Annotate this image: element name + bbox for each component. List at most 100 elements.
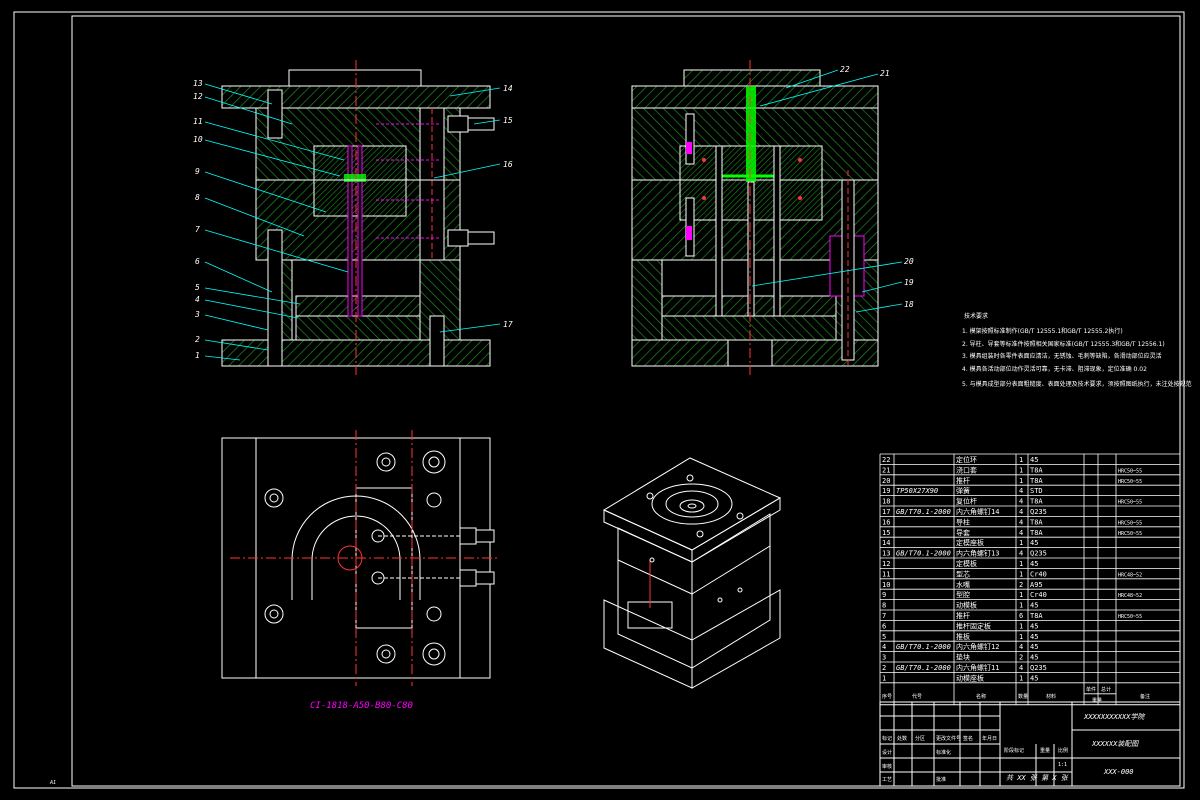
bom-cell: 18 bbox=[882, 498, 890, 506]
plan-view: CI-1818-A50-B80-C80 bbox=[221, 430, 500, 711]
bom-header-cell: 重量 bbox=[1092, 697, 1102, 704]
bom-header-cell: 名称 bbox=[976, 693, 986, 700]
bom-cell: 弹簧 bbox=[956, 486, 970, 495]
bom-cell: 7 bbox=[882, 612, 886, 620]
tech-note-5: 5. 与模具成型部分表面粗糙度、表面处理及技术要求，须按照图纸执行，未注处按规范 bbox=[962, 380, 1192, 388]
bom-header-cell: 总计 bbox=[1101, 686, 1111, 693]
bom-cell: GB/T70.1-2000 bbox=[896, 508, 951, 516]
bom-cell: HRC50~55 bbox=[1118, 500, 1142, 506]
bom-cell: 10 bbox=[882, 581, 890, 589]
bom-cell: 12 bbox=[882, 560, 890, 568]
tech-note-2: 2. 导柱、导套等标准件按照相关国家标准(GB/T 12555.3和GB/T 1… bbox=[962, 340, 1165, 348]
bom-cell: GB/T70.1-2000 bbox=[896, 643, 951, 651]
bom-cell: Q235 bbox=[1030, 508, 1047, 516]
tech-notes-title: 技术要求 bbox=[964, 312, 988, 320]
front-label-14: 14 bbox=[503, 84, 513, 93]
bom-cell: 4 bbox=[882, 643, 886, 651]
bom-cell: 1 bbox=[1019, 591, 1023, 599]
bom-cell: 45 bbox=[1030, 622, 1038, 630]
mark-cell-5: 年月日 bbox=[982, 735, 997, 742]
front-label-5: 5 bbox=[195, 283, 200, 292]
bom-cell: 1 bbox=[1019, 674, 1023, 682]
scale-value: 1:1 bbox=[1058, 762, 1067, 768]
bom-cell: 8 bbox=[882, 602, 886, 610]
front-label-4: 4 bbox=[195, 295, 200, 304]
bom-cell: 定模板 bbox=[956, 559, 977, 568]
mark-cell-4: 签名 bbox=[963, 735, 973, 742]
plan-caption: CI-1818-A50-B80-C80 bbox=[310, 701, 413, 711]
technical-requirements: 技术要求 1. 模架按照标准制作(GB/T 12555.1和GB/T 12555… bbox=[962, 312, 1192, 388]
mark-cell-0: 标记 bbox=[882, 735, 892, 742]
tech-note-3: 3. 模具组装时各零件表面应清洁，无锈蚀、毛刺等缺陷，各滑动部位应灵活 bbox=[962, 352, 1162, 360]
bom-cell: 11 bbox=[882, 570, 890, 578]
side-label-20: 20 bbox=[904, 257, 914, 266]
bom-cell: 6 bbox=[882, 622, 886, 630]
bom-cell: 导柱 bbox=[956, 517, 970, 526]
drawing-name: XXXXXX装配图 bbox=[1091, 740, 1139, 748]
bom-cell: 4 bbox=[1019, 487, 1023, 495]
bom-header-cell: 材料 bbox=[1046, 693, 1056, 700]
front-label-7: 7 bbox=[195, 225, 200, 234]
front-label-1: 1 bbox=[195, 351, 200, 360]
front-label-13: 13 bbox=[193, 79, 203, 88]
bom-cell: HRC50~55 bbox=[1118, 479, 1142, 485]
mark-cell-2: 分区 bbox=[915, 735, 925, 742]
bom-cell: 45 bbox=[1030, 633, 1038, 641]
bom-header-cell: 序号 bbox=[882, 693, 892, 700]
front-label-2: 2 bbox=[195, 335, 200, 344]
role-cell-1: 标准化 bbox=[936, 749, 951, 756]
bom-cell: 1 bbox=[1019, 633, 1023, 641]
bom-cell: 1 bbox=[1019, 477, 1023, 485]
bom-cell: 1 bbox=[1019, 539, 1023, 547]
bom-cell: 4 bbox=[1019, 508, 1023, 516]
bom-cell: 定位环 bbox=[956, 455, 977, 464]
sheet-info: 共 XX 张 第 X 张 bbox=[1006, 774, 1069, 782]
bom-cell: HRC48~52 bbox=[1118, 572, 1142, 578]
bill-of-materials: 22 定位环 1 4521 浇口套 1 T8A HRC50~5520 推杆 1 T8A HRC50~5… bbox=[879, 453, 1181, 706]
role-cell-4: 批准 bbox=[936, 776, 946, 783]
bom-cell: HRC50~55 bbox=[1118, 614, 1142, 620]
bom-cell: 45 bbox=[1030, 674, 1038, 682]
bom-cell: T8A bbox=[1030, 529, 1043, 537]
front-label-10: 10 bbox=[193, 135, 203, 144]
bom-cell: 内六角螺钉14 bbox=[956, 507, 999, 516]
bom-cell: STD bbox=[1030, 487, 1043, 495]
bom-cell: 内六角螺钉11 bbox=[956, 663, 999, 672]
bom-cell: 2 bbox=[1019, 654, 1023, 662]
bom-cell: 1 bbox=[1019, 622, 1023, 630]
bom-cell: 45 bbox=[1030, 539, 1038, 547]
bom-cell: T8A bbox=[1030, 518, 1043, 526]
bom-cell: 1 bbox=[1019, 560, 1023, 568]
bom-cell: 45 bbox=[1030, 560, 1038, 568]
bom-cell: 1 bbox=[1019, 570, 1023, 578]
mark-cell-3: 更改文件号 bbox=[936, 735, 961, 742]
bom-cell: 推杆 bbox=[956, 611, 970, 620]
role-cell-0: 设计 bbox=[882, 749, 892, 756]
bom-cell: 1 bbox=[1019, 456, 1023, 464]
bom-cell: 复位杆 bbox=[956, 497, 977, 506]
bom-cell: 17 bbox=[882, 508, 890, 516]
bom-cell: TP50X27X90 bbox=[896, 487, 938, 495]
bom-cell: 20 bbox=[882, 477, 890, 485]
bom-cell: HRC50~55 bbox=[1118, 531, 1142, 537]
bom-cell: 推板 bbox=[956, 632, 970, 641]
front-label-11: 11 bbox=[193, 117, 203, 126]
front-label-9: 9 bbox=[195, 167, 200, 176]
bom-cell: 1 bbox=[1019, 602, 1023, 610]
tech-note-1: 1. 模架按照标准制作(GB/T 12555.1和GB/T 12555.2执行) bbox=[962, 327, 1123, 335]
bom-cell: 45 bbox=[1030, 602, 1038, 610]
bom-cell: 导套 bbox=[956, 528, 970, 537]
bom-cell: GB/T70.1-2000 bbox=[896, 664, 951, 672]
corner-mark: A1 bbox=[49, 780, 56, 786]
bom-header-cell: 单件 bbox=[1086, 686, 1096, 693]
bom-cell: 3 bbox=[882, 654, 886, 662]
bom-cell: 2 bbox=[882, 664, 886, 672]
bom-cell: 推杆固定板 bbox=[956, 621, 991, 630]
bom-cell: A95 bbox=[1030, 581, 1043, 589]
bom-cell: GB/T70.1-2000 bbox=[896, 550, 951, 558]
outer-border bbox=[13, 11, 1185, 789]
bom-cell: 动模座板 bbox=[956, 673, 984, 682]
bom-cell: 1 bbox=[1019, 466, 1023, 474]
bom-cell: Q235 bbox=[1030, 550, 1047, 558]
front-label-8: 8 bbox=[195, 193, 200, 202]
